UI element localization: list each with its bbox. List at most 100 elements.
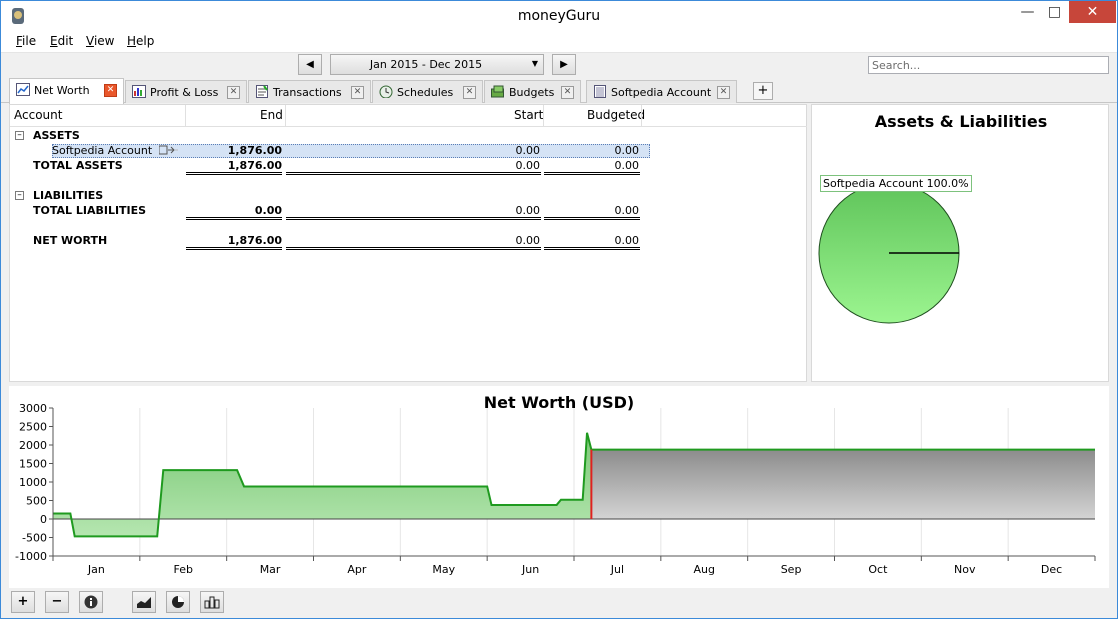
column-header-start[interactable]: Start: [514, 108, 543, 122]
bar-chart-icon: [204, 596, 220, 609]
window-title: moneyGuru: [517, 8, 601, 24]
cell-budgeted: 0.00: [614, 204, 640, 217]
menu-help[interactable]: Help: [127, 34, 154, 48]
total-underline: [186, 172, 282, 175]
cell-budgeted: 0.00: [614, 234, 640, 247]
group-label: LIABILITIES: [33, 189, 104, 202]
x-tick-label: Sep: [781, 563, 802, 576]
tab-softpedia-account[interactable]: Softpedia Account ✕: [586, 80, 737, 103]
column-header-end[interactable]: End: [260, 108, 283, 122]
y-tick-label: -500: [22, 532, 47, 545]
columns-button[interactable]: [200, 591, 224, 613]
add-account-button[interactable]: +: [11, 591, 35, 613]
date-range-label: Jan 2015 - Dec 2015: [369, 58, 483, 71]
sheet-header: Account End Start Budgeted: [10, 105, 807, 127]
net-worth-row[interactable]: NET WORTH 1,876.00 0.00 0.00: [10, 233, 650, 248]
tab-transactions[interactable]: Transactions ✕: [248, 80, 371, 103]
x-tick-label: Mar: [260, 563, 281, 576]
y-tick-label: -1000: [15, 550, 47, 563]
date-range-selector[interactable]: Jan 2015 - Dec 2015 ▼: [330, 54, 544, 75]
cell-end: 1,876.00: [227, 144, 282, 157]
total-underline: [286, 217, 541, 220]
close-tab-icon[interactable]: ✕: [463, 86, 476, 99]
tab-label: Schedules: [397, 86, 454, 99]
toggle-pie-button[interactable]: [166, 591, 190, 613]
tab-bar: + Net Worth ✕ Profit & Loss ✕ Transactions ✕ S…: [1, 78, 1117, 104]
y-tick-label: 2500: [19, 421, 47, 434]
x-tick-label: Apr: [347, 563, 367, 576]
menu-view[interactable]: View: [86, 34, 114, 48]
menu-edit[interactable]: Edit: [50, 34, 73, 48]
x-tick-label: Oct: [868, 563, 888, 576]
table-row[interactable]: Softpedia Account 1,876.00 0.00 0.00: [10, 143, 650, 158]
cell-budgeted: 0.00: [614, 144, 640, 157]
maximize-button[interactable]: □: [1041, 1, 1068, 23]
cell-end: 1,876.00: [227, 234, 282, 247]
cell-budgeted: 0.00: [614, 159, 640, 172]
tab-budgets[interactable]: Budgets ✕: [484, 80, 581, 103]
group-row-liabilities[interactable]: – LIABILITIES: [10, 188, 650, 203]
x-tick-label: Jun: [521, 563, 539, 576]
x-tick-label: Dec: [1041, 563, 1062, 576]
total-row-assets[interactable]: TOTAL ASSETS 1,876.00 0.00 0.00: [10, 158, 650, 173]
close-button[interactable]: ✕: [1069, 1, 1116, 23]
future-area: [591, 449, 1095, 519]
collapse-icon[interactable]: –: [15, 191, 24, 200]
cell-start: 0.00: [515, 204, 541, 217]
close-tab-icon[interactable]: ✕: [351, 86, 364, 99]
next-period-button[interactable]: ▶: [552, 54, 576, 75]
column-header-budgeted[interactable]: Budgeted: [587, 108, 645, 122]
close-tab-icon[interactable]: ✕: [227, 86, 240, 99]
previous-period-button[interactable]: ◀: [298, 54, 322, 75]
close-tab-icon[interactable]: ✕: [561, 86, 574, 99]
tab-label: Transactions: [273, 86, 342, 99]
toolbar: ◀ Jan 2015 - Dec 2015 ▼ ▶: [1, 53, 1117, 78]
account-name: Softpedia Account: [52, 144, 153, 157]
x-tick-label: Jan: [87, 563, 105, 576]
add-tab-button[interactable]: +: [753, 82, 773, 100]
cell-start: 0.00: [515, 234, 541, 247]
pie-chart: [818, 182, 960, 324]
area-chart-icon: [137, 597, 151, 608]
bottom-toolbar: + −: [1, 588, 1117, 618]
toggle-graph-button[interactable]: [132, 591, 156, 613]
minimize-button[interactable]: —: [1014, 1, 1041, 23]
column-header-account[interactable]: Account: [14, 108, 62, 122]
total-row-liabilities[interactable]: TOTAL LIABILITIES 0.00 0.00 0.00: [10, 203, 650, 218]
menu-file[interactable]: File: [16, 34, 36, 48]
cell-end: 1,876.00: [227, 159, 282, 172]
remove-account-button[interactable]: −: [45, 591, 69, 613]
group-label: ASSETS: [33, 129, 80, 142]
close-tab-icon[interactable]: ✕: [104, 84, 117, 97]
y-tick-label: 1000: [19, 476, 47, 489]
search-input[interactable]: [868, 56, 1109, 74]
total-underline: [186, 217, 282, 220]
total-label: TOTAL ASSETS: [33, 159, 123, 172]
tab-label: Budgets: [509, 86, 555, 99]
y-tick-label: 500: [26, 495, 47, 508]
title-bar: moneyGuru — □ ✕: [1, 1, 1117, 31]
total-underline: [544, 172, 640, 175]
x-tick-label: Feb: [174, 563, 193, 576]
close-tab-icon[interactable]: ✕: [717, 86, 730, 99]
pie-chart-icon: [172, 596, 184, 608]
group-row-assets[interactable]: – ASSETS: [10, 128, 650, 143]
x-tick-label: Aug: [694, 563, 715, 576]
tab-profit-loss[interactable]: Profit & Loss ✕: [125, 80, 247, 103]
total-underline: [286, 247, 541, 250]
net-worth-sheet: Account End Start Budgeted – ASSETS Soft…: [9, 104, 807, 382]
total-underline: [544, 217, 640, 220]
account-link-icon[interactable]: [158, 145, 179, 155]
y-tick-label: 0: [40, 513, 47, 526]
collapse-icon[interactable]: –: [15, 131, 24, 140]
pie-slice-label: Softpedia Account 100.0%: [820, 175, 972, 192]
total-label: TOTAL LIABILITIES: [33, 204, 147, 217]
cell-start: 0.00: [515, 159, 541, 172]
info-icon: [84, 595, 98, 609]
info-button[interactable]: [79, 591, 103, 613]
tab-schedules[interactable]: Schedules ✕: [372, 80, 483, 103]
budgets-icon: [491, 85, 504, 98]
pie-chart-title: Assets & Liabilities: [874, 112, 1048, 131]
tab-net-worth[interactable]: Net Worth ✕: [9, 78, 124, 104]
x-tick-label: Jul: [610, 563, 624, 576]
